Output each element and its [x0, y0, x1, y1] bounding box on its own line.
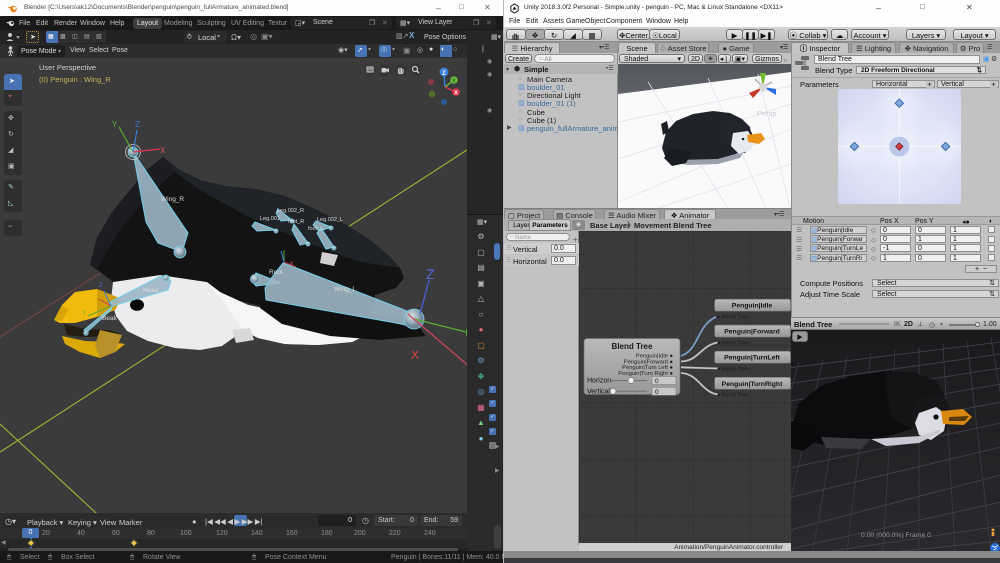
svg-text:X: X [454, 91, 458, 97]
svg-text:● Blend Tree: ● Blend Tree [717, 367, 748, 373]
svg-text:Penguin|Forward: Penguin|Forward [724, 329, 780, 336]
svg-text:Y: Y [452, 79, 456, 85]
svg-text:0:00 (000.0%) Frame 0: 0:00 (000.0%) Frame 0 [861, 532, 931, 539]
svg-text:0: 0 [655, 389, 659, 396]
svg-text:Z: Z [442, 71, 446, 77]
svg-text:Penguin|Turn Right ●: Penguin|Turn Right ● [618, 371, 673, 377]
svg-text:Penguin|Idle: Penguin|Idle [732, 303, 773, 310]
svg-text:Persp: Persp [757, 109, 777, 118]
svg-text:● Blend Tree: ● Blend Tree [717, 393, 748, 399]
svg-text:● Blend Tree: ● Blend Tree [717, 341, 748, 347]
svg-text:Penguin|TurnRight: Penguin|TurnRight [722, 381, 783, 388]
svg-text:● Blend Tree: ● Blend Tree [717, 315, 748, 321]
svg-text:Penguin|TurnLeft: Penguin|TurnLeft [724, 355, 781, 362]
svg-text:0: 0 [655, 378, 659, 385]
svg-text:Vertical: Vertical [587, 388, 610, 395]
svg-text:Blend Tree: Blend Tree [612, 342, 653, 351]
svg-text:Horizon: Horizon [587, 378, 611, 385]
